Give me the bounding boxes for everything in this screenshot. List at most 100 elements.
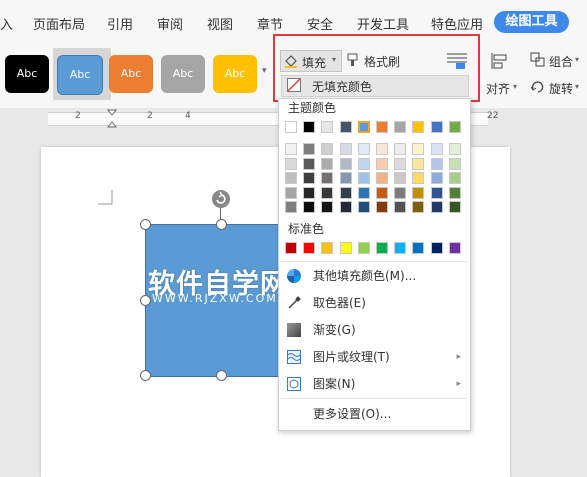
theme-shade-swatch[interactable]	[321, 186, 334, 199]
theme-shade-swatch[interactable]	[394, 172, 407, 184]
theme-shade-swatch[interactable]	[339, 157, 352, 170]
theme-shade-swatch[interactable]	[357, 172, 370, 184]
theme-shade-swatch[interactable]	[394, 201, 407, 213]
theme-color-swatch[interactable]	[394, 121, 407, 133]
standard-color-swatch[interactable]	[430, 242, 443, 254]
menu-insert[interactable]: 入	[0, 14, 13, 33]
menu-view[interactable]: 视图	[207, 14, 233, 33]
shape-style-orange[interactable]: Abc	[109, 55, 153, 93]
standard-color-swatch[interactable]	[394, 242, 407, 254]
theme-shade-swatch[interactable]	[448, 186, 461, 199]
theme-shade-swatch[interactable]	[430, 201, 443, 213]
theme-color-swatch[interactable]	[412, 121, 425, 133]
standard-color-swatch[interactable]	[321, 242, 334, 254]
theme-shade-swatch[interactable]	[339, 186, 352, 199]
theme-shade-swatch[interactable]	[321, 143, 334, 155]
theme-shade-swatch[interactable]	[448, 201, 461, 213]
theme-shade-swatch[interactable]	[357, 201, 370, 213]
standard-color-swatch[interactable]	[339, 242, 352, 254]
menu-page-layout[interactable]: 页面布局	[33, 14, 85, 33]
rotate-button[interactable]: 旋转	[549, 80, 573, 97]
eyedropper-item[interactable]: 取色器(E)	[281, 291, 465, 315]
theme-color-swatch[interactable]	[448, 121, 461, 133]
theme-shade-swatch[interactable]	[357, 186, 370, 199]
theme-shade-swatch[interactable]	[448, 143, 461, 155]
resize-handle-bottom-left[interactable]	[140, 370, 151, 381]
shape-style-black[interactable]: Abc	[5, 55, 49, 93]
menu-developer-tools[interactable]: 开发工具	[357, 14, 409, 33]
theme-shade-swatch[interactable]	[394, 157, 407, 170]
theme-shade-swatch[interactable]	[448, 157, 461, 170]
theme-color-swatch[interactable]	[357, 121, 370, 133]
theme-shade-swatch[interactable]	[430, 172, 443, 184]
theme-shade-swatch[interactable]	[430, 186, 443, 199]
theme-shade-swatch[interactable]	[303, 201, 316, 213]
theme-shade-swatch[interactable]	[376, 201, 388, 213]
theme-color-swatch[interactable]	[339, 121, 352, 133]
theme-shade-swatch[interactable]	[394, 186, 407, 199]
theme-shade-swatch[interactable]	[303, 186, 316, 199]
rotate-dropdown-icon[interactable]: ▾	[575, 82, 579, 91]
indent-marker-icon[interactable]	[107, 109, 117, 129]
theme-shade-swatch[interactable]	[339, 172, 352, 184]
theme-color-swatch[interactable]	[376, 121, 388, 133]
theme-shade-swatch[interactable]	[412, 201, 425, 213]
standard-color-swatch[interactable]	[448, 242, 461, 254]
picture-texture-item[interactable]: 图片或纹理(T) ▸	[281, 345, 465, 369]
shape-style-gray[interactable]: Abc	[161, 55, 205, 93]
tab-drawing-tools[interactable]: 绘图工具	[494, 11, 569, 33]
theme-shade-swatch[interactable]	[285, 186, 297, 199]
theme-color-swatch[interactable]	[430, 121, 443, 133]
theme-shade-swatch[interactable]	[321, 201, 334, 213]
theme-shade-swatch[interactable]	[285, 172, 297, 184]
theme-shade-swatch[interactable]	[412, 143, 425, 155]
theme-color-swatch[interactable]	[321, 121, 334, 133]
resize-handle-top[interactable]	[216, 219, 227, 230]
theme-shade-swatch[interactable]	[376, 186, 388, 199]
no-fill-option[interactable]: 无填充颜色	[281, 75, 469, 97]
theme-shade-swatch[interactable]	[376, 157, 388, 170]
theme-shade-swatch[interactable]	[448, 172, 461, 184]
theme-shade-swatch[interactable]	[357, 143, 370, 155]
group-button[interactable]: 组合	[549, 53, 573, 70]
more-settings-item[interactable]: 更多设置(O)...	[281, 402, 465, 426]
theme-shade-swatch[interactable]	[376, 172, 388, 184]
menu-security[interactable]: 安全	[307, 14, 333, 33]
theme-shade-swatch[interactable]	[430, 143, 443, 155]
menu-references[interactable]: 引用	[107, 14, 133, 33]
menu-special-apps[interactable]: 特色应用	[431, 14, 483, 33]
shape-style-gold[interactable]: Abc	[213, 55, 257, 93]
standard-color-swatch[interactable]	[357, 242, 370, 254]
group-dropdown-icon[interactable]: ▾	[575, 55, 579, 64]
text-wrap-icon[interactable]	[446, 51, 468, 71]
theme-shade-swatch[interactable]	[394, 143, 407, 155]
theme-shade-swatch[interactable]	[303, 143, 316, 155]
align-button[interactable]: 对齐	[486, 80, 510, 97]
theme-shade-swatch[interactable]	[285, 201, 297, 213]
theme-shade-swatch[interactable]	[285, 143, 297, 155]
standard-color-swatch[interactable]	[285, 242, 297, 254]
pattern-item[interactable]: 图案(N) ▸	[281, 372, 465, 396]
theme-shade-swatch[interactable]	[321, 157, 334, 170]
standard-color-swatch[interactable]	[376, 242, 388, 254]
theme-shade-swatch[interactable]	[285, 157, 297, 170]
shape-style-blue[interactable]: Abc	[57, 55, 103, 95]
more-fill-colors-item[interactable]: 其他填充颜色(M)...	[281, 264, 465, 288]
theme-color-swatch[interactable]	[285, 121, 297, 133]
theme-shade-swatch[interactable]	[321, 172, 334, 184]
theme-shade-swatch[interactable]	[412, 172, 425, 184]
align-dropdown-icon[interactable]: ▾	[513, 82, 517, 91]
theme-shade-swatch[interactable]	[412, 186, 425, 199]
menu-review[interactable]: 审阅	[157, 14, 183, 33]
theme-shade-swatch[interactable]	[339, 201, 352, 213]
align-icon[interactable]	[490, 52, 508, 70]
resize-handle-bottom[interactable]	[216, 370, 227, 381]
theme-shade-swatch[interactable]	[430, 157, 443, 170]
theme-color-swatch[interactable]	[303, 121, 316, 133]
theme-shade-swatch[interactable]	[357, 157, 370, 170]
standard-color-swatch[interactable]	[303, 242, 316, 254]
style-gallery-more-icon[interactable]: ▾	[262, 66, 267, 76]
theme-shade-swatch[interactable]	[339, 143, 352, 155]
theme-shade-swatch[interactable]	[303, 157, 316, 170]
menu-section[interactable]: 章节	[257, 14, 283, 33]
